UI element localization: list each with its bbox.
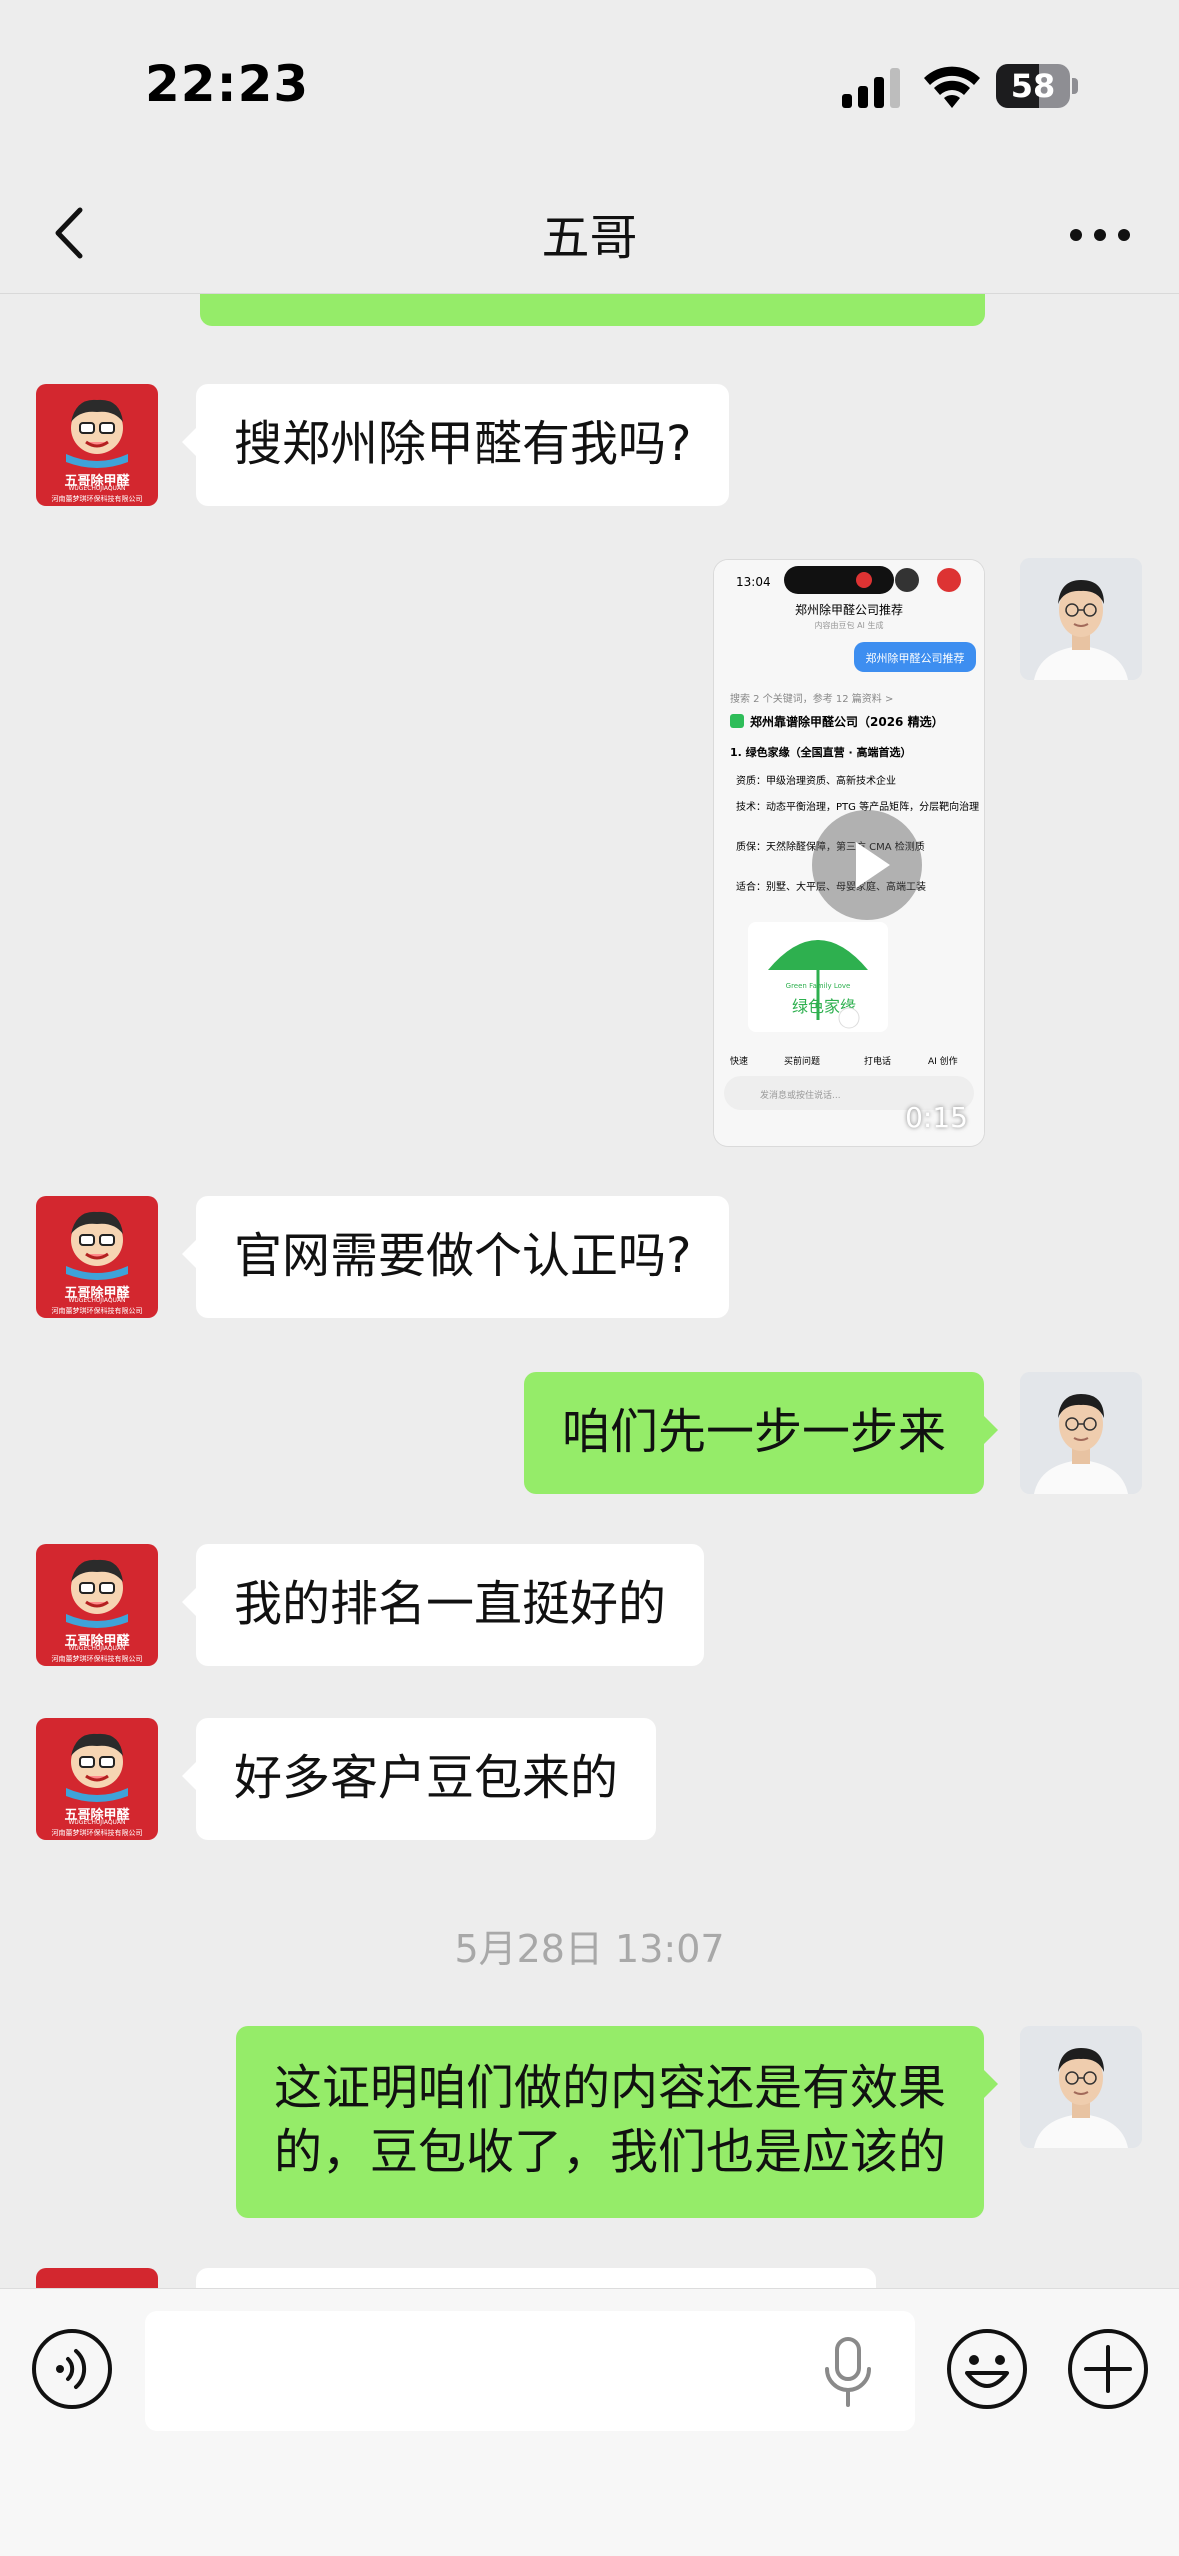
nav-bar: 五哥 xyxy=(0,170,1179,294)
emoji-icon[interactable] xyxy=(945,2327,1029,2411)
video-action: AI 创作 xyxy=(928,1055,958,1067)
outgoing-message-bubble[interactable]: 这证明咱们做的内容还是有效果 的，豆包收了，我们也是应该的 xyxy=(235,2026,999,2218)
message-text-line: 的，豆包收了，我们也是应该的 xyxy=(273,2124,946,2180)
voice-icon[interactable] xyxy=(30,2327,114,2411)
my-avatar[interactable] xyxy=(1020,1372,1142,1494)
video-screen-title: 郑州除甲醛公司推荐 xyxy=(795,602,903,617)
contact-avatar[interactable]: 五哥除甲醛 WUGECHUJIAQUAN 河南蕾梦琪环保科技有限公司 xyxy=(36,1718,158,1840)
wifi-icon xyxy=(924,66,980,108)
microphone-icon[interactable] xyxy=(820,2335,876,2411)
message-text: 好多客户豆包来的 xyxy=(234,1750,619,1806)
video-screen-subtitle: 内容由豆包 AI 生成 xyxy=(815,620,884,630)
video-message[interactable]: 13:04 郑州除甲醛公司推荐 内容由豆包 AI 生成 郑州除甲醛公司推荐 搜索… xyxy=(714,560,984,1146)
message-text: 官网需要做个认正吗? xyxy=(234,1228,692,1284)
video-bullet: 资质：甲级治理资质、高新技术企业 xyxy=(736,774,896,787)
message-text: 搜郑州除甲醛有我吗? xyxy=(234,416,692,472)
avatar-brand-company: 河南蕾梦琪环保科技有限公司 xyxy=(51,495,143,503)
chat-timestamp: 5月28日 13:07 xyxy=(454,1927,725,1971)
partial-outgoing-bubble[interactable] xyxy=(200,294,985,326)
message-text-line: 这证明咱们做的内容还是有效果 xyxy=(273,2060,946,2116)
chat-screen: 22:23 58 五哥 五哥除甲醛 WUGECHUJIAQUAN 河南蕾梦琪环保… xyxy=(0,0,1179,2556)
plus-icon[interactable] xyxy=(1066,2327,1150,2411)
video-duration: 0:15 xyxy=(905,1101,968,1134)
incoming-message-bubble[interactable]: 我的排名一直挺好的 xyxy=(181,1544,705,1666)
status-bar: 22:23 58 xyxy=(0,0,1179,170)
play-icon[interactable] xyxy=(812,810,922,920)
incoming-message-bubble[interactable]: 官网需要做个认正吗? xyxy=(181,1196,730,1318)
outgoing-message-bubble[interactable]: 咱们先一步一步来 xyxy=(523,1372,999,1494)
avatar-brand-company: 河南蕾梦琪环保科技有限公司 xyxy=(51,1829,143,1837)
input-bar xyxy=(0,2288,1179,2556)
avatar-brand-subtitle: WUGECHUJIAQUAN xyxy=(68,1645,126,1652)
battery-icon: 58 xyxy=(996,64,1078,108)
avatar-brand-subtitle: WUGECHUJIAQUAN xyxy=(68,1297,126,1304)
video-heading: 郑州靠谱除甲醛公司（2026 精选） xyxy=(750,714,944,729)
message-list[interactable]: 五哥除甲醛 WUGECHUJIAQUAN 河南蕾梦琪环保科技有限公司 搜郑州除甲… xyxy=(0,294,1179,2288)
cellular-signal-icon xyxy=(842,68,900,108)
avatar-brand-company: 河南蕾梦琪环保科技有限公司 xyxy=(51,1655,143,1663)
video-item-title: 1. 绿色家缘（全国直营 · 高端首选） xyxy=(730,745,912,759)
message-text: 我的排名一直挺好的 xyxy=(234,1576,667,1632)
incoming-message-bubble[interactable]: 搜郑州除甲醛有我吗? xyxy=(181,384,730,506)
video-action: 快速 xyxy=(730,1055,748,1067)
my-avatar[interactable] xyxy=(1020,558,1142,680)
status-time: 22:23 xyxy=(145,55,310,113)
my-avatar[interactable] xyxy=(1020,2026,1142,2148)
video-input-placeholder: 发消息或按住说话... xyxy=(760,1089,841,1101)
video-action: 打电话 xyxy=(864,1055,891,1067)
avatar-brand-company: 河南蕾梦琪环保科技有限公司 xyxy=(51,1307,143,1315)
incoming-message-bubble[interactable]: 好多客户豆包来的 xyxy=(181,1718,657,1840)
video-action: 买前问题 xyxy=(784,1055,820,1067)
battery-level: 58 xyxy=(1010,67,1056,105)
contact-avatar[interactable]: 五哥除甲醛 WUGECHUJIAQUAN 河南蕾梦琪环保科技有限公司 xyxy=(36,1544,158,1666)
video-logo-sub: Green Family Love xyxy=(786,982,851,990)
message-text: 咱们先一步一步来 xyxy=(561,1404,946,1460)
more-dots-icon[interactable] xyxy=(1060,210,1140,260)
avatar-brand-subtitle: WUGECHUJIAQUAN xyxy=(68,1819,126,1826)
contact-avatar[interactable]: 五哥除甲醛 WUGECHUJIAQUAN 河南蕾梦琪环保科技有限公司 xyxy=(36,1196,158,1318)
video-screen-time: 13:04 xyxy=(736,575,771,589)
back-chevron-icon[interactable] xyxy=(40,198,100,268)
contact-avatar[interactable]: 五哥除甲醛 WUGECHUJIAQUAN 河南蕾梦琪环保科技有限公司 xyxy=(36,384,158,506)
video-query: 郑州除甲醛公司推荐 xyxy=(866,651,965,665)
incoming-message-bubble-partial[interactable] xyxy=(196,2268,876,2288)
chat-title: 五哥 xyxy=(541,210,638,266)
contact-avatar[interactable] xyxy=(36,2268,158,2288)
avatar-brand-subtitle: WUGECHUJIAQUAN xyxy=(68,485,126,492)
video-search-meta: 搜索 2 个关键词，参考 12 篇资料 > xyxy=(730,692,893,705)
message-input[interactable] xyxy=(145,2311,915,2431)
